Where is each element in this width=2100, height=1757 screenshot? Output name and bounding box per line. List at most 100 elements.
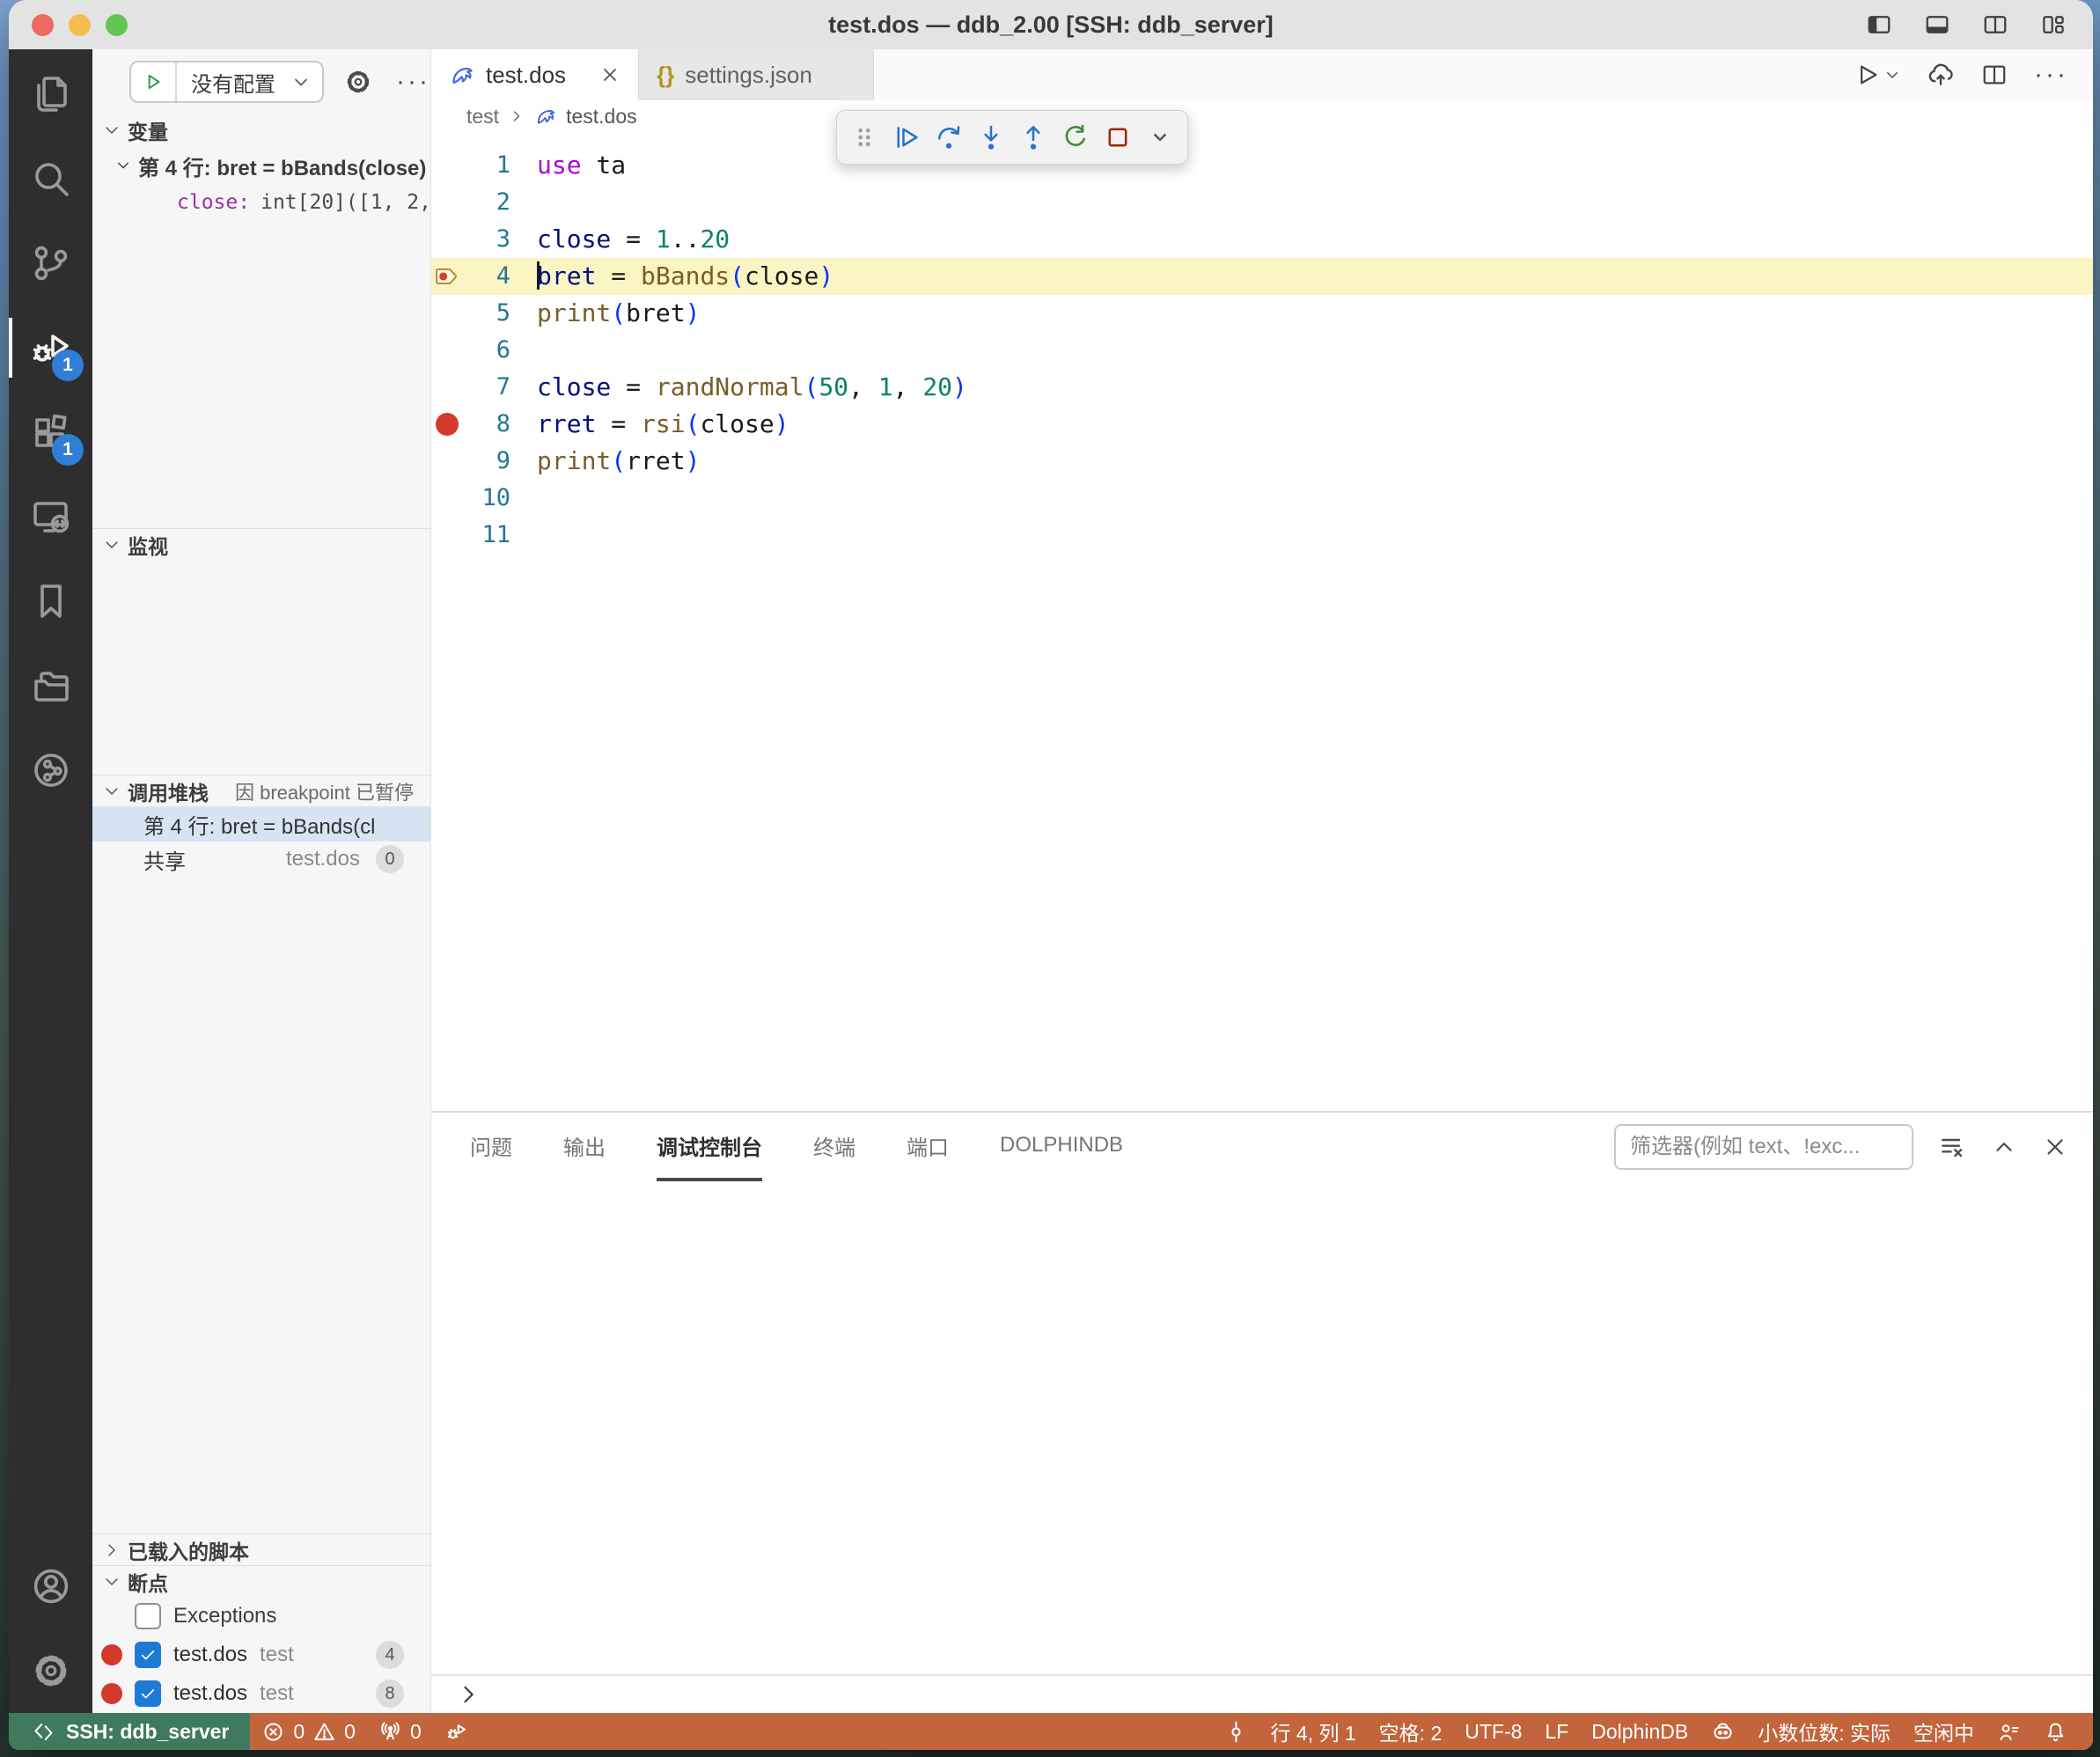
code-line[interactable]: 2	[431, 184, 2093, 221]
eol-sequence[interactable]: LF	[1533, 1720, 1580, 1744]
watch-section-header[interactable]: 监视	[92, 528, 430, 560]
code-line[interactable]: 9print(rret)	[431, 443, 2093, 480]
exceptions-checkbox[interactable]	[135, 1603, 161, 1629]
code-editor[interactable]: 1use ta23close = 1..204bret = bBands(clo…	[431, 132, 2093, 1111]
breakpoint-row[interactable]: test.dostest8	[92, 1674, 430, 1713]
launch-config-dropdown[interactable]: 没有配置	[129, 61, 324, 103]
variables-section-header[interactable]: 变量	[92, 114, 430, 146]
tab-ports[interactable]: 端口	[907, 1113, 949, 1181]
code-line[interactable]: 8rret = rsi(close)	[431, 406, 2093, 443]
configure-gear-icon[interactable]	[343, 67, 373, 97]
gutter-space[interactable]	[431, 332, 463, 369]
explorer-icon[interactable]	[9, 52, 92, 136]
tab-terminal[interactable]: 终端	[813, 1113, 855, 1181]
dolphindb-databases-icon[interactable]	[9, 728, 92, 812]
split-editor-icon[interactable]	[1981, 62, 2008, 88]
current-frame-breakpoint-icon[interactable]	[431, 258, 463, 295]
tab-test-dos[interactable]: test.dos	[431, 49, 638, 100]
code-line[interactable]: 11	[431, 517, 2093, 554]
gutter-space[interactable]	[431, 184, 463, 221]
toolbar-grip-icon[interactable]	[849, 121, 879, 154]
server-state[interactable]: 空闲中	[1902, 1717, 1986, 1746]
call-stack-section-header[interactable]: 调用堆栈 因 breakpoint 已暂停	[92, 775, 430, 806]
gutter-space[interactable]	[431, 147, 463, 184]
stop-icon[interactable]	[1103, 121, 1133, 154]
commit-icon[interactable]	[1213, 1720, 1259, 1744]
code-line[interactable]: 4bret = bBands(close)	[431, 258, 2093, 295]
breakpoint-checkbox[interactable]	[135, 1642, 161, 1668]
breadcrumb[interactable]: test test.dos	[431, 100, 2093, 132]
toggle-sidebar-icon[interactable]	[1866, 11, 1892, 38]
debug-session-icon[interactable]	[433, 1720, 480, 1744]
remote-explorer-icon[interactable]	[9, 474, 92, 559]
copilot-icon[interactable]	[1700, 1720, 1746, 1744]
upload-cloud-icon[interactable]	[1927, 61, 1955, 89]
gutter-space[interactable]	[431, 517, 463, 554]
restart-icon[interactable]	[1061, 121, 1090, 154]
code-line[interactable]: 6	[431, 332, 2093, 369]
gutter-space[interactable]	[431, 369, 463, 406]
tab-debug-console[interactable]: 调试控制台	[657, 1113, 762, 1181]
bookmarks-icon[interactable]	[9, 559, 92, 643]
tab-settings-json[interactable]: {} settings.json	[638, 49, 874, 100]
run-and-debug-icon[interactable]: 1	[9, 305, 92, 390]
notifications-bell-icon[interactable]	[2032, 1720, 2079, 1744]
breakpoints-section-header[interactable]: 断点	[92, 1565, 430, 1597]
start-debug-icon[interactable]	[131, 62, 177, 101]
accounts-icon[interactable]	[9, 1544, 92, 1628]
code-line[interactable]: 3close = 1..20	[431, 221, 2093, 258]
close-tab-icon[interactable]	[599, 64, 620, 85]
code-line[interactable]: 10	[431, 480, 2093, 517]
encoding[interactable]: UTF-8	[1453, 1720, 1533, 1744]
breakpoint-checkbox[interactable]	[135, 1680, 161, 1707]
indentation[interactable]: 空格: 2	[1368, 1717, 1454, 1746]
tab-problems[interactable]: 问题	[470, 1113, 512, 1181]
settings-gear-icon[interactable]	[9, 1628, 92, 1713]
chevron-down-icon[interactable]	[1145, 121, 1175, 154]
code-line[interactable]: 7close = randNormal(50, 1, 20)	[431, 369, 2093, 406]
extensions-icon[interactable]: 1	[9, 390, 92, 474]
breakpoint-row[interactable]: test.dostest4	[92, 1636, 430, 1674]
remote-indicator[interactable]: SSH: ddb_server	[9, 1713, 250, 1750]
customize-layout-icon[interactable]	[2040, 11, 2067, 38]
clear-console-icon[interactable]	[1938, 1133, 1966, 1161]
decimal-places-setting[interactable]: 小数位数: 实际	[1746, 1717, 1902, 1746]
breadcrumb-folder[interactable]: test	[466, 105, 499, 129]
code-line[interactable]: 5print(bret)	[431, 295, 2093, 332]
breadcrumb-file[interactable]: test.dos	[566, 105, 637, 129]
close-panel-icon[interactable]	[2042, 1134, 2068, 1160]
debug-console-content[interactable]	[431, 1181, 2093, 1674]
more-actions-icon[interactable]: ···	[2034, 60, 2068, 90]
zoom-window-button[interactable]	[106, 14, 128, 36]
step-over-icon[interactable]	[934, 121, 964, 154]
tab-dolphindb[interactable]: DOLPHINDB	[1000, 1113, 1123, 1181]
more-actions-icon[interactable]: ···	[396, 67, 430, 97]
gutter-space[interactable]	[431, 221, 463, 258]
maximize-panel-icon[interactable]	[1991, 1134, 2017, 1160]
language-mode[interactable]: DolphinDB	[1580, 1720, 1700, 1744]
step-out-icon[interactable]	[1018, 121, 1048, 154]
gutter-space[interactable]	[431, 480, 463, 517]
code-line[interactable]: 1use ta	[431, 147, 2093, 184]
loaded-scripts-section-header[interactable]: 已载入的脚本	[92, 1533, 430, 1565]
run-file-icon[interactable]	[1854, 62, 1900, 88]
source-control-icon[interactable]	[9, 221, 92, 305]
split-editor-icon[interactable]	[1982, 11, 2008, 38]
gutter-space[interactable]	[431, 295, 463, 332]
problems-status[interactable]: 0 0	[250, 1720, 367, 1744]
debug-console-input[interactable]	[431, 1674, 2093, 1713]
gutter-space[interactable]	[431, 443, 463, 480]
close-window-button[interactable]	[32, 14, 54, 36]
exceptions-row[interactable]: Exceptions	[92, 1597, 430, 1636]
search-icon[interactable]	[9, 136, 92, 221]
step-into-icon[interactable]	[976, 121, 1006, 154]
toggle-panel-icon[interactable]	[1924, 11, 1950, 38]
minimize-window-button[interactable]	[69, 14, 91, 36]
variable-row[interactable]: close: int[20]([1, 2, …	[92, 185, 430, 220]
breakpoint-icon[interactable]	[431, 406, 463, 443]
project-manager-icon[interactable]	[9, 643, 92, 728]
stack-session-row[interactable]: 共享 test.dos 0	[92, 842, 430, 877]
continue-icon[interactable]	[892, 121, 922, 154]
console-filter-input[interactable]	[1614, 1124, 1913, 1170]
feedback-icon[interactable]	[1986, 1720, 2032, 1744]
